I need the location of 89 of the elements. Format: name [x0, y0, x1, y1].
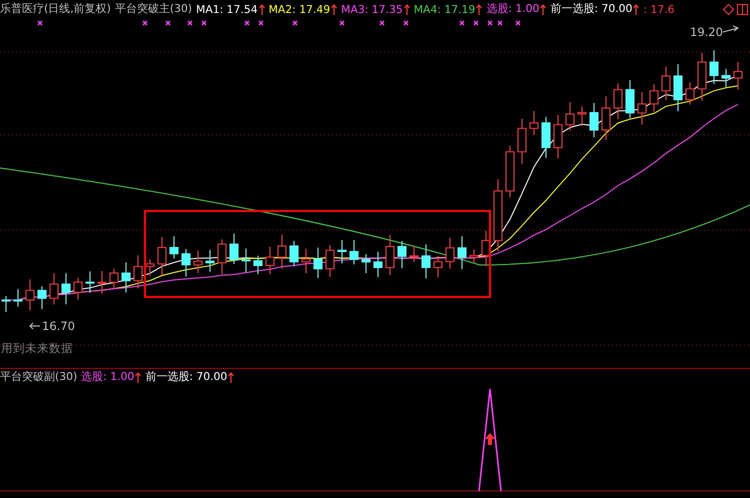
- candlestick: [686, 82, 694, 105]
- candlestick: [578, 106, 586, 126]
- candlestick: [386, 234, 394, 276]
- arrow-up-icon: [258, 4, 265, 14]
- leader-line: [29, 322, 40, 330]
- candlestick: [302, 248, 310, 274]
- candlestick: [98, 270, 106, 294]
- candlestick: [674, 64, 682, 112]
- candlestick: [506, 145, 514, 198]
- candlestick: [278, 234, 286, 270]
- candlestick: [710, 50, 718, 84]
- chart-title: 乐普医疗(日线,前复权): [0, 2, 111, 16]
- diamond-icon[interactable]: [723, 4, 734, 15]
- leader-line: [722, 26, 740, 32]
- candlestick: [26, 278, 34, 311]
- arrow-up-icon: [485, 433, 495, 445]
- candlestick: [194, 250, 202, 274]
- candlestick: [374, 251, 382, 278]
- candlestick: [458, 236, 466, 270]
- candlestick: [422, 244, 430, 279]
- candlestick: [638, 92, 646, 126]
- candlestick: [338, 240, 346, 264]
- indicator-value: 前一选股: 70.00: [145, 370, 228, 384]
- arrow-up-icon: [476, 4, 482, 14]
- chart-title: 平台突破主(30): [114, 2, 192, 16]
- candlestick: [350, 240, 358, 265]
- candlestick: [314, 247, 322, 278]
- candlestick: [218, 238, 226, 275]
- candlestick: [518, 118, 526, 164]
- candlestick: [2, 296, 10, 312]
- candlestick: [542, 116, 550, 158]
- candlestick: [722, 68, 730, 88]
- candlestick: [50, 272, 58, 305]
- arrow-up-icon: [540, 4, 546, 14]
- candlestick: [530, 110, 538, 136]
- candlestick: [206, 249, 214, 272]
- chart-title: : 17.6: [643, 2, 675, 16]
- candlestick: [398, 240, 406, 269]
- indicator-value: MA4: 17.19: [414, 2, 476, 16]
- candlestick: [614, 82, 622, 120]
- candlestick: [446, 237, 454, 270]
- indicator-value: 选股: 1.00: [81, 370, 134, 384]
- candlestick: [470, 249, 478, 264]
- candlestick: [266, 246, 274, 275]
- candlestick: [362, 254, 370, 274]
- candlestick: [14, 288, 22, 308]
- low-price-label: 16.70: [42, 319, 75, 333]
- candlestick: [74, 277, 82, 300]
- indicator-value: MA3: 17.35: [341, 2, 403, 16]
- candlestick: [254, 255, 262, 275]
- candlestick: [698, 52, 706, 102]
- arrow-up-icon: [633, 4, 640, 14]
- candlestick: [626, 80, 634, 119]
- candlestick: [482, 230, 490, 266]
- candlestick: [242, 248, 250, 273]
- candlestick: [62, 272, 70, 305]
- arrow-up-icon: [135, 372, 142, 382]
- indicator-value: 选股: 1.00: [486, 2, 540, 16]
- candlestick: [182, 248, 190, 278]
- chart-title: 平台突破副(30): [0, 370, 78, 384]
- candlestick: [38, 286, 46, 310]
- indicator-value: 前一选股: 70.00: [550, 2, 632, 16]
- arrow-up-icon: [228, 372, 234, 382]
- panel-layout-icon[interactable]: [737, 4, 748, 15]
- candlestick: [326, 244, 334, 278]
- candlestick: [122, 262, 130, 294]
- candlestick: [134, 254, 142, 289]
- warning-text: 用到未来数据: [1, 341, 73, 356]
- candlestick: [110, 268, 118, 288]
- candlestick: [86, 270, 94, 294]
- high-price-label: 19.20: [690, 25, 723, 39]
- arrow-up-icon: [331, 4, 338, 14]
- candlestick: [230, 233, 238, 265]
- indicator-value: MA1: 17.54: [196, 2, 258, 16]
- arrow-up-icon: [404, 4, 410, 14]
- candlestick: [410, 245, 418, 262]
- candlestick: [650, 84, 658, 112]
- candlestick: [290, 240, 298, 267]
- candlestick: [554, 114, 562, 159]
- candlestick: [566, 102, 574, 132]
- candlestick: [662, 66, 670, 101]
- candlestick: [170, 236, 178, 260]
- indicator-value: MA2: 17.49: [268, 2, 330, 16]
- candlestick: [434, 256, 442, 278]
- candlestick: [158, 236, 166, 276]
- candlestick: [734, 62, 742, 90]
- candlestick: [602, 96, 610, 140]
- candlestick: [590, 102, 598, 138]
- candlestick: [146, 258, 154, 277]
